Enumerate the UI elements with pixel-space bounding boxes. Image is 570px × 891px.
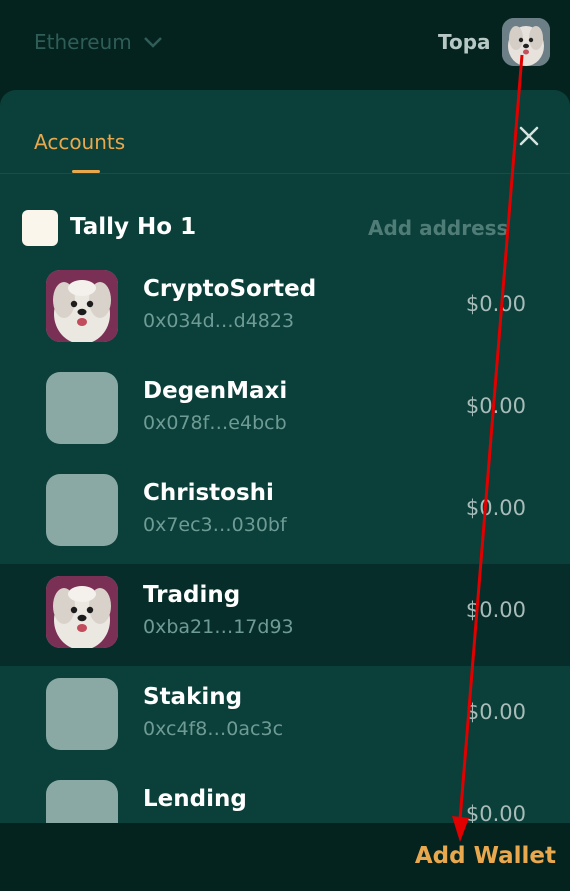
dog-avatar-icon bbox=[502, 18, 550, 66]
tab-active-indicator bbox=[72, 170, 100, 173]
account-balance: $0.00 bbox=[465, 700, 526, 724]
chevron-down-icon bbox=[143, 37, 162, 48]
add-address-button[interactable]: Add address bbox=[368, 216, 508, 240]
account-row[interactable]: DegenMaxi 0x078f…e4bcb $0.00 bbox=[0, 360, 570, 462]
accounts-panel: Accounts Tally Ho 1 Add address CryptoSo… bbox=[0, 90, 570, 891]
account-row[interactable]: Staking 0xc4f8…0ac3c $0.00 bbox=[0, 666, 570, 768]
account-row[interactable]: Christoshi 0x7ec3…030bf $0.00 bbox=[0, 462, 570, 564]
account-row[interactable]: CryptoSorted 0x034d…d4823 $0.00 bbox=[0, 258, 570, 360]
account-avatar-placeholder bbox=[46, 372, 118, 444]
account-avatar-placeholder bbox=[46, 678, 118, 750]
account-list: CryptoSorted 0x034d…d4823 $0.00 DegenMax… bbox=[0, 258, 570, 870]
account-name: CryptoSorted bbox=[143, 276, 317, 302]
wallet-group-name: Tally Ho 1 bbox=[70, 214, 197, 240]
account-name: Lending bbox=[143, 786, 247, 812]
account-row-selected[interactable]: Trading 0xba21…17d93 $0.00 bbox=[0, 564, 570, 666]
add-wallet-button[interactable]: Add Wallet bbox=[415, 843, 556, 869]
dog-avatar-icon bbox=[46, 576, 118, 648]
wallet-group-header: Tally Ho 1 Add address bbox=[22, 210, 542, 246]
account-balance: $0.00 bbox=[465, 292, 526, 316]
account-name: DegenMaxi bbox=[143, 378, 288, 404]
panel-footer: Add Wallet bbox=[0, 823, 570, 891]
account-avatar-placeholder bbox=[46, 474, 118, 546]
current-account-name[interactable]: Topa bbox=[438, 30, 491, 54]
network-label: Ethereum bbox=[34, 30, 132, 54]
account-avatar bbox=[46, 576, 118, 648]
account-address: 0xba21…17d93 bbox=[143, 616, 294, 638]
account-name: Trading bbox=[143, 582, 241, 608]
account-avatar bbox=[46, 270, 118, 342]
tab-accounts[interactable]: Accounts bbox=[34, 130, 125, 154]
account-name: Staking bbox=[143, 684, 243, 710]
tab-bar: Accounts bbox=[0, 90, 570, 174]
dog-avatar-icon bbox=[46, 270, 118, 342]
account-balance: $0.00 bbox=[465, 394, 526, 418]
account-address: 0x034d…d4823 bbox=[143, 310, 295, 332]
current-account-avatar[interactable] bbox=[502, 18, 550, 66]
account-address: 0x078f…e4bcb bbox=[143, 412, 287, 434]
account-balance: $0.00 bbox=[465, 598, 526, 622]
wallet-group-icon bbox=[22, 210, 58, 246]
network-selector[interactable]: Ethereum bbox=[34, 30, 164, 54]
account-name: Christoshi bbox=[143, 480, 274, 506]
account-address: 0xc4f8…0ac3c bbox=[143, 718, 284, 740]
account-address: 0x7ec3…030bf bbox=[143, 514, 287, 536]
close-icon[interactable] bbox=[517, 124, 541, 148]
top-bar: Ethereum Topa bbox=[0, 0, 570, 90]
account-balance: $0.00 bbox=[465, 496, 526, 520]
